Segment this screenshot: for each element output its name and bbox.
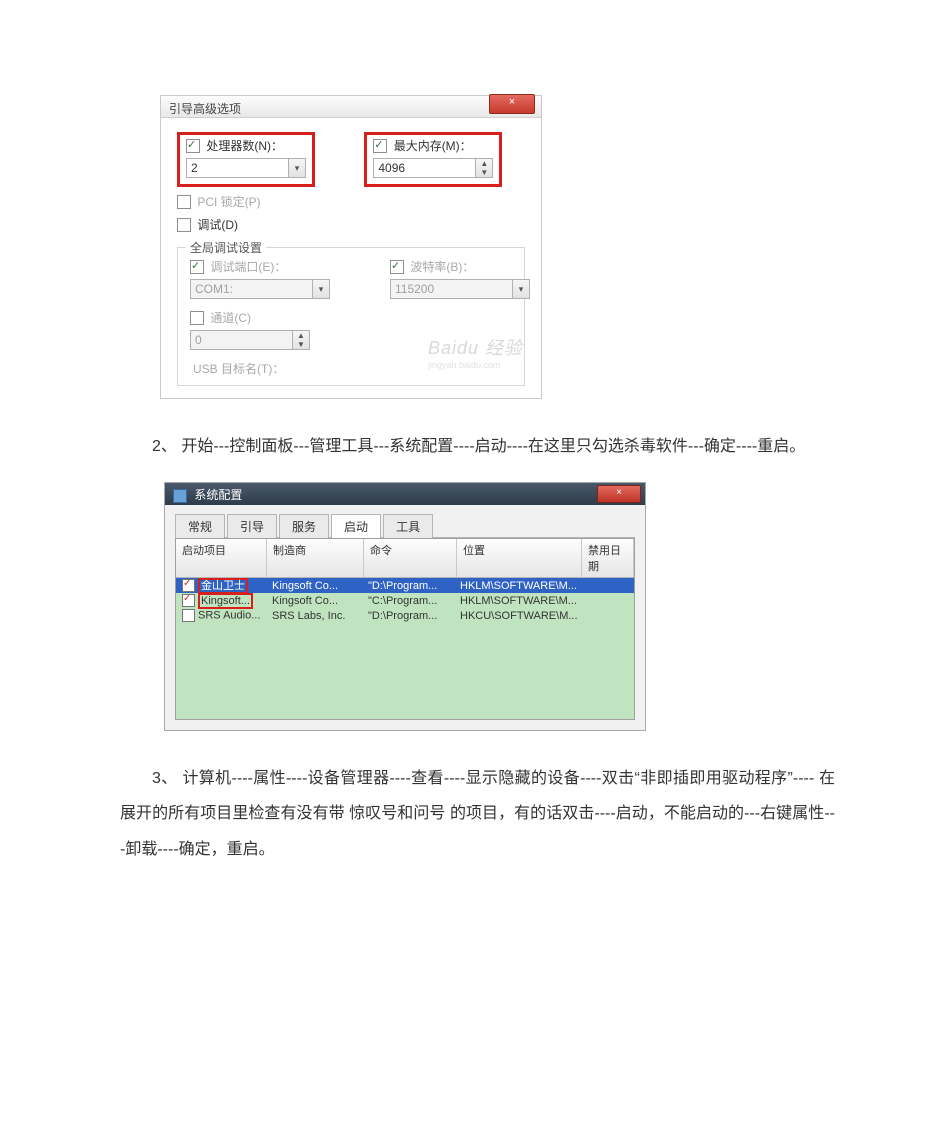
- chevron-down-icon[interactable]: ▾: [512, 280, 529, 298]
- processor-count-label: 处理器数(N)：: [206, 139, 283, 153]
- processor-count-combo[interactable]: 2 ▾: [186, 158, 306, 178]
- dialog2-titlebar[interactable]: 系统配置 ×: [165, 483, 645, 505]
- step-3-text: 3、 计算机----属性----设备管理器----查看----显示隐藏的设备--…: [120, 761, 835, 867]
- startup-listview[interactable]: 启动项目 制造商 命令 位置 禁用日期 金山卫士Kingsoft Co..."D…: [175, 538, 635, 720]
- table-row[interactable]: 金山卫士 Kingsoft Co..."D:\Program...HKLM\SOF…: [176, 578, 634, 593]
- row-checkbox[interactable]: [182, 579, 195, 592]
- row-checkbox[interactable]: [182, 594, 195, 607]
- processor-count-checkbox[interactable]: [186, 139, 200, 153]
- table-row[interactable]: SRS Audio... SRS Labs, Inc."D:\Program...…: [176, 608, 634, 623]
- tab-general[interactable]: 常规: [175, 514, 225, 538]
- row-name: Kingsoft...: [198, 593, 253, 609]
- cell: Kingsoft Co...: [266, 595, 362, 607]
- chevron-down-icon[interactable]: ▾: [312, 280, 329, 298]
- debug-port-value: COM1:: [195, 282, 233, 296]
- cell: HKCU\SOFTWARE\M...: [454, 610, 578, 622]
- cell: "C:\Program...: [362, 595, 454, 607]
- listview-header[interactable]: 启动项目 制造商 命令 位置 禁用日期: [176, 539, 634, 578]
- dialog1-titlebar[interactable]: 引导高级选项 ×: [161, 96, 541, 118]
- global-debug-settings-group: 全局调试设置 调试端口(E)： COM1: ▾ 波特率(B)：: [177, 247, 525, 386]
- tab-services[interactable]: 服务: [279, 514, 329, 538]
- spinner-buttons-icon[interactable]: ▲▼: [475, 159, 492, 177]
- step-2-text: 2、 开始---控制面板---管理工具---系统配置----启动----在这里只…: [120, 429, 835, 464]
- pci-lock-label: PCI 锁定(P): [197, 195, 260, 209]
- pci-lock-checkbox[interactable]: [177, 195, 191, 209]
- max-memory-spinner[interactable]: 4096 ▲▼: [373, 158, 493, 178]
- channel-checkbox[interactable]: [190, 311, 204, 325]
- boot-advanced-options-dialog: 引导高级选项 × 处理器数(N)： 2 ▾ 最大内存(M)： 4096 ▲▼: [160, 95, 542, 399]
- debug-label: 调试(D): [197, 218, 238, 232]
- baud-combo[interactable]: 115200 ▾: [390, 279, 530, 299]
- max-memory-checkbox[interactable]: [373, 139, 387, 153]
- baud-value: 115200: [395, 282, 434, 296]
- max-memory-value: 4096: [378, 161, 405, 175]
- cell: "D:\Program...: [362, 610, 454, 622]
- chevron-down-icon[interactable]: ▾: [288, 159, 305, 177]
- debug-checkbox[interactable]: [177, 218, 191, 232]
- cell: SRS Labs, Inc.: [266, 610, 362, 622]
- col-disabled-date[interactable]: 禁用日期: [582, 539, 634, 577]
- tab-tools[interactable]: 工具: [383, 514, 433, 538]
- tab-boot[interactable]: 引导: [227, 514, 277, 538]
- debug-port-combo[interactable]: COM1: ▾: [190, 279, 330, 299]
- cell: Kingsoft Co...: [266, 580, 362, 592]
- row-name: 金山卫士: [198, 578, 248, 594]
- processor-count-group: 处理器数(N)： 2 ▾: [177, 132, 315, 187]
- row-name: SRS Audio...: [198, 610, 260, 622]
- cell: "D:\Program...: [362, 580, 454, 592]
- cell: HKLM\SOFTWARE\M...: [454, 580, 578, 592]
- debug-port-checkbox[interactable]: [190, 260, 204, 274]
- close-button[interactable]: ×: [597, 485, 641, 503]
- max-memory-group: 最大内存(M)： 4096 ▲▼: [364, 132, 502, 187]
- window-icon: [173, 489, 187, 503]
- close-button[interactable]: ×: [489, 94, 535, 114]
- spinner-buttons-icon[interactable]: ▲▼: [292, 331, 309, 349]
- system-config-dialog: 系统配置 × 常规 引导 服务 启动 工具 启动项目 制造商 命令 位置 禁用日…: [164, 482, 646, 731]
- col-startup-item[interactable]: 启动项目: [176, 539, 267, 577]
- table-row[interactable]: Kingsoft... Kingsoft Co..."C:\Program...H…: [176, 593, 634, 608]
- processor-count-value: 2: [191, 161, 198, 175]
- usb-target-label: USB 目标名(T)：: [193, 362, 284, 376]
- col-manufacturer[interactable]: 制造商: [267, 539, 364, 577]
- col-command[interactable]: 命令: [364, 539, 457, 577]
- group-legend: 全局调试设置: [186, 239, 266, 256]
- tab-startup[interactable]: 启动: [331, 514, 381, 538]
- baud-checkbox[interactable]: [390, 260, 404, 274]
- max-memory-label: 最大内存(M)：: [394, 139, 472, 153]
- row-checkbox[interactable]: [182, 609, 195, 622]
- channel-label: 通道(C): [210, 311, 251, 325]
- tabstrip: 常规 引导 服务 启动 工具: [175, 513, 635, 538]
- col-location[interactable]: 位置: [457, 539, 582, 577]
- channel-spinner[interactable]: 0 ▲▼: [190, 330, 310, 350]
- channel-value: 0: [195, 333, 202, 347]
- dialog1-title: 引导高级选项: [169, 102, 241, 116]
- cell: HKLM\SOFTWARE\M...: [454, 595, 578, 607]
- baud-label: 波特率(B)：: [410, 260, 474, 274]
- debug-port-label: 调试端口(E)：: [210, 260, 286, 274]
- dialog2-title: 系统配置: [194, 488, 242, 502]
